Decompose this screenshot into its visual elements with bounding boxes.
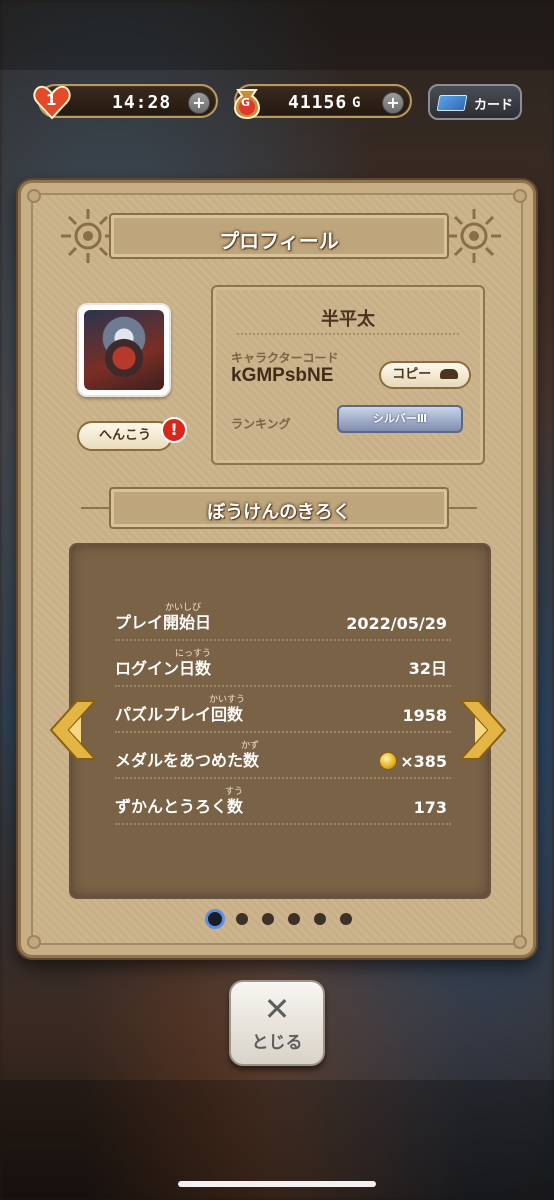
- page-dot[interactable]: [340, 913, 352, 925]
- next-page-arrow-icon[interactable]: [457, 699, 509, 761]
- record-label: メダルをあつめた数: [115, 751, 260, 770]
- record-row: かず メダルをあつめた数 ×385: [115, 733, 451, 779]
- record-value: 1958: [402, 706, 447, 725]
- heart-count: 1: [46, 91, 57, 109]
- gold-icon-label: G: [241, 96, 251, 109]
- copy-icon: [439, 369, 458, 379]
- change-avatar-button[interactable]: へんこう: [77, 421, 173, 451]
- record-row: にっすう ログイン日数 32日: [115, 641, 451, 687]
- corner-ornament: [27, 935, 41, 949]
- gold-unit: G: [352, 95, 362, 111]
- profile-title-banner: プロフィール: [109, 213, 449, 259]
- close-label: とじる: [251, 1033, 303, 1053]
- section-line-left: [81, 507, 109, 509]
- divider: [237, 333, 459, 335]
- copy-button[interactable]: コピー: [379, 361, 471, 389]
- card-icon: [436, 95, 468, 111]
- page-title: プロフィール: [219, 229, 339, 253]
- record-label: パズルプレイ回数: [115, 705, 244, 724]
- record-value-wrap: ×385: [379, 752, 447, 771]
- avatar-image: [84, 310, 164, 390]
- record-row: すう ずかんとうろく数 173: [115, 779, 451, 825]
- copy-label: コピー: [392, 367, 432, 382]
- player-info-box: 半平太 キャラクターコード kGMPsbNE コピー ランキング シルバーⅢ: [211, 285, 485, 465]
- page-dot[interactable]: [288, 913, 300, 925]
- close-button[interactable]: ✕ とじる: [229, 980, 325, 1066]
- character-code: kGMPsbNE: [231, 365, 334, 386]
- heart-timer: 14:28: [112, 92, 172, 113]
- record-value: 173: [413, 798, 447, 817]
- corner-ornament: [513, 935, 527, 949]
- gold-amount: 41156: [288, 92, 348, 113]
- ranking-label: ランキング: [231, 417, 291, 431]
- card-button[interactable]: カード: [428, 84, 522, 120]
- corner-ornament: [513, 189, 527, 203]
- sun-ornament-right: [447, 209, 501, 263]
- card-label: カード: [474, 98, 514, 113]
- player-name: 半平太: [321, 309, 375, 330]
- close-icon: ✕: [263, 990, 291, 1028]
- record-label: ずかんとうろく数: [115, 797, 244, 816]
- character-code-label: キャラクターコード: [231, 351, 339, 365]
- page-indicator: [205, 909, 355, 929]
- page-dot[interactable]: [262, 913, 274, 925]
- records-title: ぼうけんのきろく: [207, 502, 351, 523]
- section-line-right: [449, 507, 477, 509]
- prev-page-arrow-icon[interactable]: [47, 699, 99, 761]
- page-dot[interactable]: [236, 913, 248, 925]
- records-box: かいしび プレイ開始日 2022/05/29 にっすう ログイン日数 32日 か…: [69, 543, 491, 899]
- medal-icon: [379, 752, 398, 770]
- record-label: プレイ開始日: [115, 613, 212, 632]
- record-row: かいしび プレイ開始日 2022/05/29: [115, 595, 451, 641]
- record-value: ×385: [400, 752, 447, 771]
- rank-badge: シルバーⅢ: [337, 405, 463, 433]
- record-value: 32日: [408, 659, 447, 678]
- page-dot-active[interactable]: [205, 909, 225, 929]
- background-shade-top: [0, 0, 554, 70]
- top-bar: 14:28 + 1 41156 G + G カード: [30, 80, 524, 124]
- home-indicator: [178, 1181, 376, 1187]
- add-gold-icon[interactable]: +: [382, 92, 404, 114]
- avatar[interactable]: [77, 303, 171, 397]
- corner-ornament: [27, 189, 41, 203]
- record-label: ログイン日数: [115, 659, 212, 678]
- profile-panel: プロフィール へんこう ! 半平太 キャラクターコード kGMPsbNE コピー…: [18, 180, 536, 958]
- record-row: かいすう パズルプレイ回数 1958: [115, 687, 451, 733]
- add-hearts-icon[interactable]: +: [188, 92, 210, 114]
- records-title-banner: ぼうけんのきろく: [109, 487, 449, 529]
- alert-badge: !: [161, 417, 187, 443]
- page-dot[interactable]: [314, 913, 326, 925]
- record-value: 2022/05/29: [346, 614, 447, 633]
